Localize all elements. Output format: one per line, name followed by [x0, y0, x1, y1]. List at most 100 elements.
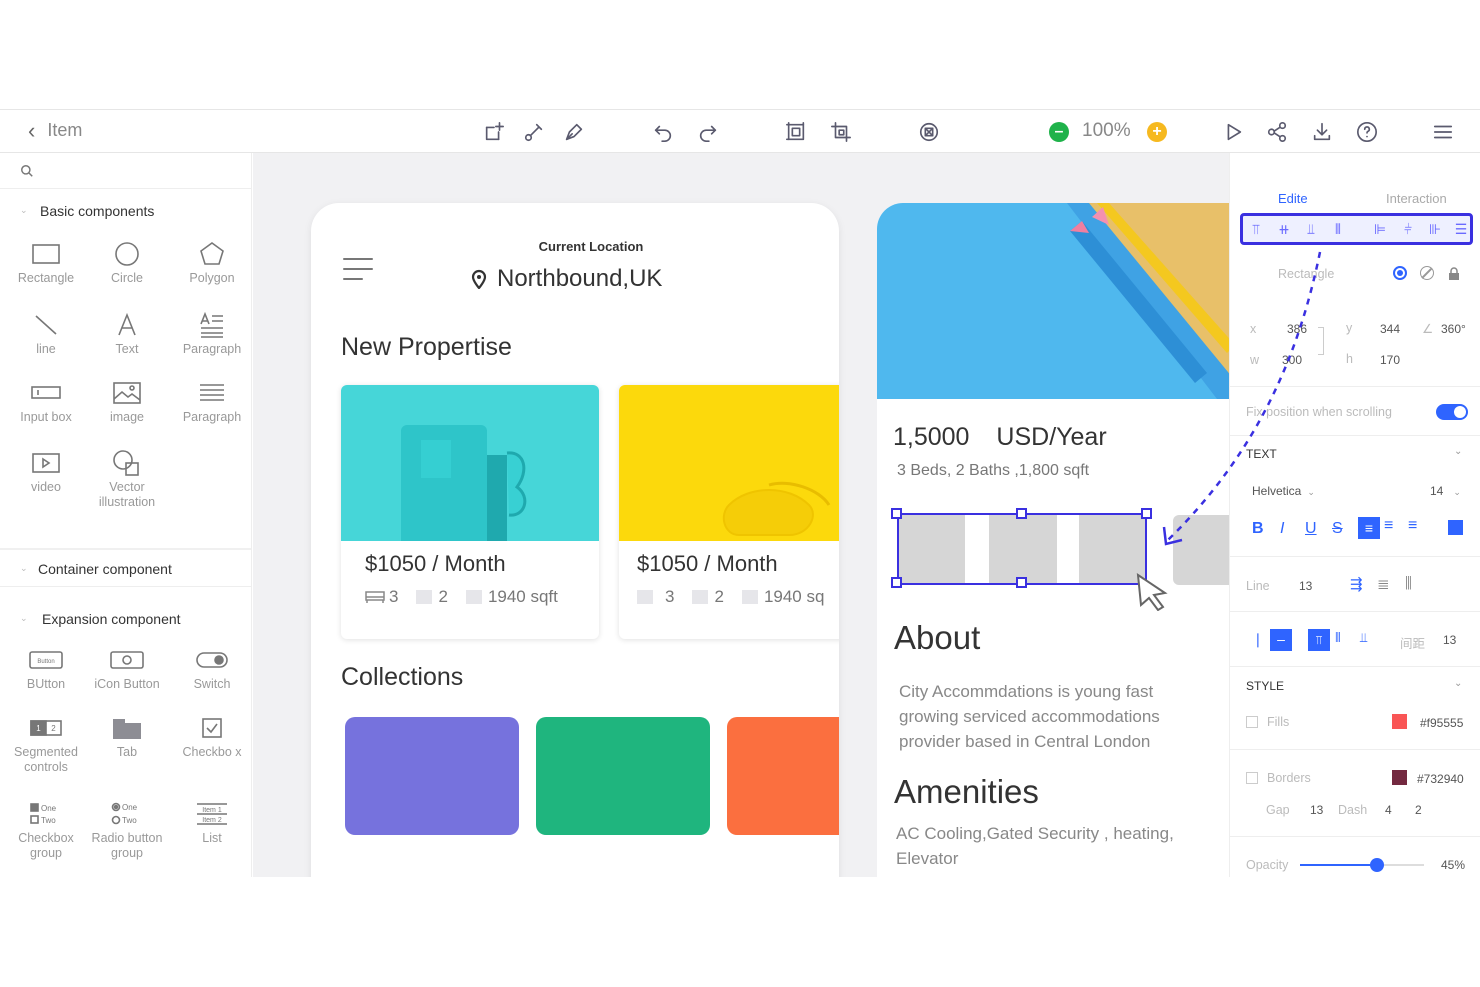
download-icon[interactable]	[1309, 120, 1335, 144]
help-icon[interactable]	[1354, 120, 1380, 144]
frame-icon[interactable]	[783, 120, 809, 144]
zoom-out-icon[interactable]: –	[1049, 122, 1069, 142]
property-card[interactable]: $1050 / Month 3 2 1940 sq	[619, 385, 839, 639]
align-top-icon[interactable]: ⫪	[1245, 218, 1267, 240]
redo-icon[interactable]	[695, 120, 721, 144]
collection-tile[interactable]	[345, 717, 519, 835]
line-height-field[interactable]: 13	[1299, 579, 1312, 593]
component-search[interactable]	[0, 153, 251, 189]
component-list[interactable]: Item 1 Item 2 List	[170, 797, 251, 846]
align-middle-icon[interactable]: ⧺	[1273, 218, 1295, 240]
distribute-horizontal-icon[interactable]: ⦀	[1327, 218, 1349, 240]
gap-field[interactable]: 13	[1310, 803, 1323, 817]
opacity-slider[interactable]	[1300, 858, 1424, 872]
opacity-value[interactable]: 45%	[1441, 858, 1465, 872]
component-radio-button-group[interactable]: One Two Radio button group	[85, 797, 169, 861]
letter-spacing-icon[interactable]: ⫼	[1405, 575, 1412, 592]
component-video[interactable]: video	[4, 446, 88, 495]
chevron-down-icon[interactable]: ⌄	[1454, 678, 1462, 689]
share-icon[interactable]	[1264, 120, 1290, 144]
height-field[interactable]: 170	[1380, 353, 1400, 367]
section-container-component[interactable]: ⌄ Container component	[0, 551, 251, 587]
location-selector[interactable]: Northbound,UK	[471, 265, 662, 293]
visibility-icon[interactable]	[1393, 266, 1407, 280]
borders-hex[interactable]: #732940	[1417, 772, 1464, 786]
component-checkbox-group[interactable]: One Two Checkbox group	[4, 797, 88, 861]
play-icon[interactable]	[1220, 120, 1246, 144]
component-input-box[interactable]: Input box	[4, 376, 88, 425]
component-switch[interactable]: Switch	[170, 643, 251, 692]
component-tab[interactable]: Tab	[85, 711, 169, 760]
component-text[interactable]: Text	[85, 308, 169, 357]
component-paragraph-lines[interactable]: Paragraph	[170, 376, 251, 425]
component-rectangle[interactable]: Rectangle	[4, 237, 88, 286]
valign-middle-icon[interactable]: ⦀	[1335, 630, 1341, 646]
component-icon[interactable]	[916, 120, 942, 144]
component-icon-button[interactable]: iCon Button	[85, 643, 169, 692]
resize-handle[interactable]	[1016, 508, 1027, 519]
tab-edit[interactable]: Edite	[1278, 191, 1308, 206]
distribute-vertical-icon[interactable]: ☰	[1450, 218, 1472, 240]
fills-checkbox[interactable]	[1246, 716, 1258, 728]
fix-position-toggle[interactable]	[1436, 404, 1468, 420]
component-circle[interactable]: Circle	[85, 237, 169, 286]
add-artboard-icon[interactable]	[481, 120, 507, 144]
align-right-icon[interactable]: ⊪	[1424, 218, 1446, 240]
opacity-slider-handle[interactable]	[1369, 858, 1384, 872]
rotation-field[interactable]: 360°	[1441, 322, 1466, 336]
component-checkbox[interactable]: Checkbo x	[170, 711, 251, 760]
artboard-home[interactable]: Current Location Northbound,UK New Prope…	[311, 203, 839, 877]
property-card[interactable]: $1050 / Month 3 2 1940 sqft	[341, 385, 599, 639]
vertical-line-icon[interactable]: ❘	[1252, 631, 1264, 648]
collection-tile[interactable]	[536, 717, 710, 835]
strikethrough-icon[interactable]: S	[1332, 520, 1343, 538]
borders-color-swatch[interactable]	[1392, 770, 1407, 785]
chevron-down-icon[interactable]: ⌄	[1454, 446, 1462, 457]
menu-icon[interactable]	[1430, 120, 1456, 144]
design-canvas[interactable]: Current Location Northbound,UK New Prope…	[253, 153, 1229, 877]
y-field[interactable]: 344	[1380, 322, 1400, 336]
valign-bottom-icon[interactable]: ⫫	[1360, 630, 1367, 646]
align-center-icon[interactable]: ⫩	[1397, 218, 1419, 240]
font-size-select[interactable]: 14 ⌄	[1430, 484, 1461, 498]
fills-hex[interactable]: #f95555	[1420, 716, 1463, 730]
component-paragraph[interactable]: Paragraph	[170, 308, 251, 357]
component-image[interactable]: image	[85, 376, 169, 425]
section-basic-components[interactable]: ⌄ Basic components	[0, 193, 251, 229]
selection-box[interactable]	[897, 513, 1147, 585]
crop-icon[interactable]	[828, 120, 854, 144]
component-segmented-controls[interactable]: 12 Segmented controls	[4, 711, 88, 775]
line-spacing-icon[interactable]: ⇶	[1350, 575, 1363, 593]
zoom-in-icon[interactable]: +	[1147, 122, 1167, 142]
text-align-right-icon[interactable]: ≡	[1408, 517, 1417, 535]
hide-icon[interactable]	[1420, 266, 1434, 280]
align-left-icon[interactable]: ⊫	[1369, 218, 1391, 240]
component-vector-illustration[interactable]: Vector illustration	[85, 446, 169, 510]
zoom-level[interactable]: 100%	[1082, 120, 1131, 142]
hamburger-icon[interactable]	[343, 257, 373, 286]
brush-icon[interactable]	[561, 120, 587, 144]
text-align-center-icon[interactable]: ≡	[1384, 517, 1393, 535]
pen-icon[interactable]	[521, 120, 547, 144]
resize-handle[interactable]	[891, 577, 902, 588]
component-button[interactable]: Button BUtton	[4, 643, 88, 692]
spacing-field[interactable]: 13	[1443, 633, 1456, 647]
component-line[interactable]: line	[4, 308, 88, 357]
lock-icon[interactable]	[1448, 267, 1460, 284]
section-expansion-component[interactable]: ⌄ Expansion component	[0, 601, 251, 637]
component-polygon[interactable]: Polygon	[170, 237, 251, 286]
back-button[interactable]: ‹ Item	[28, 119, 82, 141]
collection-tile[interactable]	[727, 717, 839, 835]
tab-interaction[interactable]: Interaction	[1386, 191, 1447, 206]
resize-handle[interactable]	[891, 508, 902, 519]
valign-top-icon[interactable]: ⫪	[1308, 629, 1330, 651]
undo-icon[interactable]	[650, 120, 676, 144]
horizontal-line-icon[interactable]: –	[1270, 629, 1292, 651]
dash-gap-field[interactable]: 2	[1415, 803, 1422, 817]
align-bottom-icon[interactable]: ⫫	[1300, 218, 1322, 240]
text-align-left-icon[interactable]: ≡	[1358, 517, 1380, 539]
borders-checkbox[interactable]	[1246, 772, 1258, 784]
resize-handle[interactable]	[1016, 577, 1027, 588]
text-color-swatch[interactable]	[1448, 520, 1463, 535]
fills-color-swatch[interactable]	[1392, 714, 1407, 729]
